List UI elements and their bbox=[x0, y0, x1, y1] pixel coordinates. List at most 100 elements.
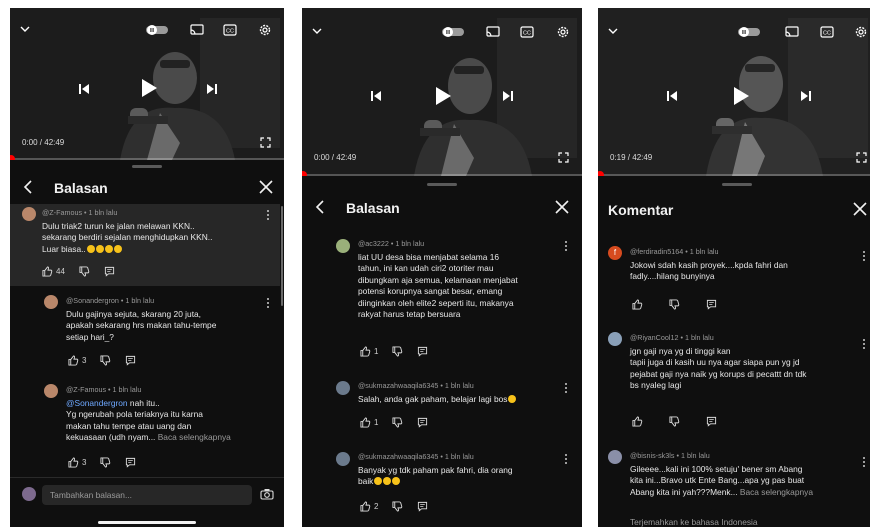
scrollbar[interactable] bbox=[281, 206, 283, 306]
chevron-down-icon[interactable] bbox=[20, 24, 30, 34]
settings-icon[interactable] bbox=[556, 25, 570, 39]
avatar[interactable]: f bbox=[608, 246, 622, 260]
camera-icon[interactable] bbox=[260, 488, 274, 500]
back-arrow-icon[interactable] bbox=[312, 199, 328, 215]
cc-icon[interactable]: CC bbox=[223, 24, 237, 36]
prev-icon[interactable] bbox=[370, 90, 382, 102]
play-icon[interactable] bbox=[140, 78, 158, 98]
close-icon[interactable] bbox=[554, 199, 570, 215]
like-button[interactable] bbox=[632, 416, 643, 427]
comment-author[interactable]: @RiyanCool12 • 1 bln lalu bbox=[630, 332, 862, 344]
avatar[interactable] bbox=[336, 452, 350, 466]
play-icon[interactable] bbox=[732, 86, 750, 106]
chevron-down-icon[interactable] bbox=[312, 26, 322, 36]
comment-author[interactable]: @sukmazahwaaqila6345 • 1 bln lalu bbox=[358, 451, 563, 463]
prev-icon[interactable] bbox=[666, 90, 678, 102]
avatar[interactable] bbox=[22, 207, 36, 221]
comment-text: Dulu gajinya sejuta, skarang 20 juta, ap… bbox=[66, 308, 217, 342]
more-vert-icon[interactable] bbox=[266, 209, 270, 221]
video-progress-bar[interactable] bbox=[598, 171, 870, 176]
more-vert-icon[interactable] bbox=[862, 456, 866, 468]
dislike-button[interactable] bbox=[392, 501, 403, 512]
like-button[interactable]: 1 bbox=[360, 346, 378, 357]
cast-icon[interactable] bbox=[190, 24, 204, 36]
dislike-button[interactable] bbox=[100, 355, 111, 366]
comment-author[interactable]: @ferdiradin5164 • 1 bln lalu bbox=[630, 246, 855, 258]
settings-icon[interactable] bbox=[854, 25, 868, 39]
more-vert-icon[interactable] bbox=[862, 250, 866, 262]
video-player[interactable]: CC 0:00 / 42:49 bbox=[10, 8, 284, 160]
autoplay-toggle-icon[interactable] bbox=[442, 26, 464, 38]
mention-link[interactable]: @Sonandergron bbox=[66, 398, 128, 408]
avatar[interactable] bbox=[44, 295, 58, 309]
like-button[interactable]: 3 bbox=[68, 355, 86, 366]
dislike-button[interactable] bbox=[100, 457, 111, 468]
more-vert-icon[interactable] bbox=[862, 338, 866, 350]
avatar[interactable] bbox=[608, 332, 622, 346]
reply-button[interactable] bbox=[104, 266, 115, 277]
comment-author[interactable]: @bisnis-sk3ls • 1 bln lalu bbox=[630, 450, 866, 462]
more-vert-icon[interactable] bbox=[564, 453, 568, 465]
dislike-button[interactable] bbox=[392, 346, 403, 357]
back-arrow-icon[interactable] bbox=[20, 179, 36, 195]
sheet-handle[interactable] bbox=[132, 165, 162, 168]
dislike-button[interactable] bbox=[79, 266, 90, 277]
prev-icon[interactable] bbox=[78, 83, 90, 95]
video-player[interactable]: CC 0:19 / 42:49 bbox=[598, 8, 870, 176]
more-vert-icon[interactable] bbox=[266, 297, 270, 309]
read-more-link[interactable]: Baca selengkapnya bbox=[740, 487, 813, 497]
comment-author[interactable]: @Sonandergron • 1 bln lalu bbox=[66, 295, 266, 307]
settings-icon[interactable] bbox=[258, 23, 272, 37]
home-indicator[interactable] bbox=[98, 521, 196, 524]
more-vert-icon[interactable] bbox=[564, 382, 568, 394]
chevron-down-icon[interactable] bbox=[608, 26, 618, 36]
reply-input[interactable]: Tambahkan balasan... bbox=[42, 485, 252, 505]
like-button[interactable]: 44 bbox=[42, 266, 65, 277]
avatar[interactable] bbox=[336, 239, 350, 253]
comment-author[interactable]: @ac3222 • 1 bln lalu bbox=[358, 238, 558, 250]
fullscreen-icon[interactable] bbox=[260, 137, 271, 148]
reply-button[interactable] bbox=[417, 346, 428, 357]
comment-author[interactable]: @Z-Famous • 1 bln lalu bbox=[66, 384, 271, 396]
next-icon[interactable] bbox=[206, 83, 218, 95]
video-progress-bar[interactable] bbox=[302, 171, 582, 176]
like-button[interactable]: 3 bbox=[68, 457, 86, 468]
cc-icon[interactable]: CC bbox=[820, 26, 834, 38]
more-vert-icon[interactable] bbox=[564, 240, 568, 252]
close-icon[interactable] bbox=[852, 201, 868, 217]
like-button[interactable] bbox=[632, 299, 643, 310]
cast-icon[interactable] bbox=[785, 26, 799, 38]
avatar[interactable] bbox=[336, 381, 350, 395]
reply-button[interactable] bbox=[125, 355, 136, 366]
reply-button[interactable] bbox=[706, 299, 717, 310]
avatar[interactable] bbox=[44, 384, 58, 398]
cc-icon[interactable]: CC bbox=[520, 26, 534, 38]
translate-link[interactable]: Terjemahkan ke bahasa Indonesia bbox=[630, 517, 862, 527]
autoplay-toggle-icon[interactable] bbox=[738, 26, 760, 38]
dislike-button[interactable] bbox=[669, 299, 680, 310]
autoplay-toggle-icon[interactable] bbox=[146, 24, 168, 36]
video-progress-bar[interactable] bbox=[10, 155, 284, 160]
next-icon[interactable] bbox=[800, 90, 812, 102]
next-icon[interactable] bbox=[502, 90, 514, 102]
comment-author[interactable]: @Z-Famous • 1 bln lalu bbox=[42, 207, 267, 219]
like-button[interactable]: 2 bbox=[360, 501, 378, 512]
reply-button[interactable] bbox=[417, 501, 428, 512]
cast-icon[interactable] bbox=[486, 26, 500, 38]
dislike-button[interactable] bbox=[669, 416, 680, 427]
reply-button[interactable] bbox=[125, 457, 136, 468]
play-icon[interactable] bbox=[434, 86, 452, 106]
fullscreen-icon[interactable] bbox=[558, 152, 569, 163]
sheet-handle[interactable] bbox=[722, 183, 752, 186]
read-more-link[interactable]: Baca selengkapnya bbox=[158, 432, 231, 442]
comment-author[interactable]: @sukmazahwaaqila6345 • 1 bln lalu bbox=[358, 380, 563, 392]
reply-button[interactable] bbox=[417, 417, 428, 428]
close-icon[interactable] bbox=[258, 179, 274, 195]
sheet-handle[interactable] bbox=[427, 183, 457, 186]
fullscreen-icon[interactable] bbox=[856, 152, 867, 163]
like-button[interactable]: 1 bbox=[360, 417, 378, 428]
video-player[interactable]: CC 0:00 / 42:49 bbox=[302, 8, 582, 176]
dislike-button[interactable] bbox=[392, 417, 403, 428]
avatar[interactable] bbox=[608, 450, 622, 464]
reply-button[interactable] bbox=[706, 416, 717, 427]
